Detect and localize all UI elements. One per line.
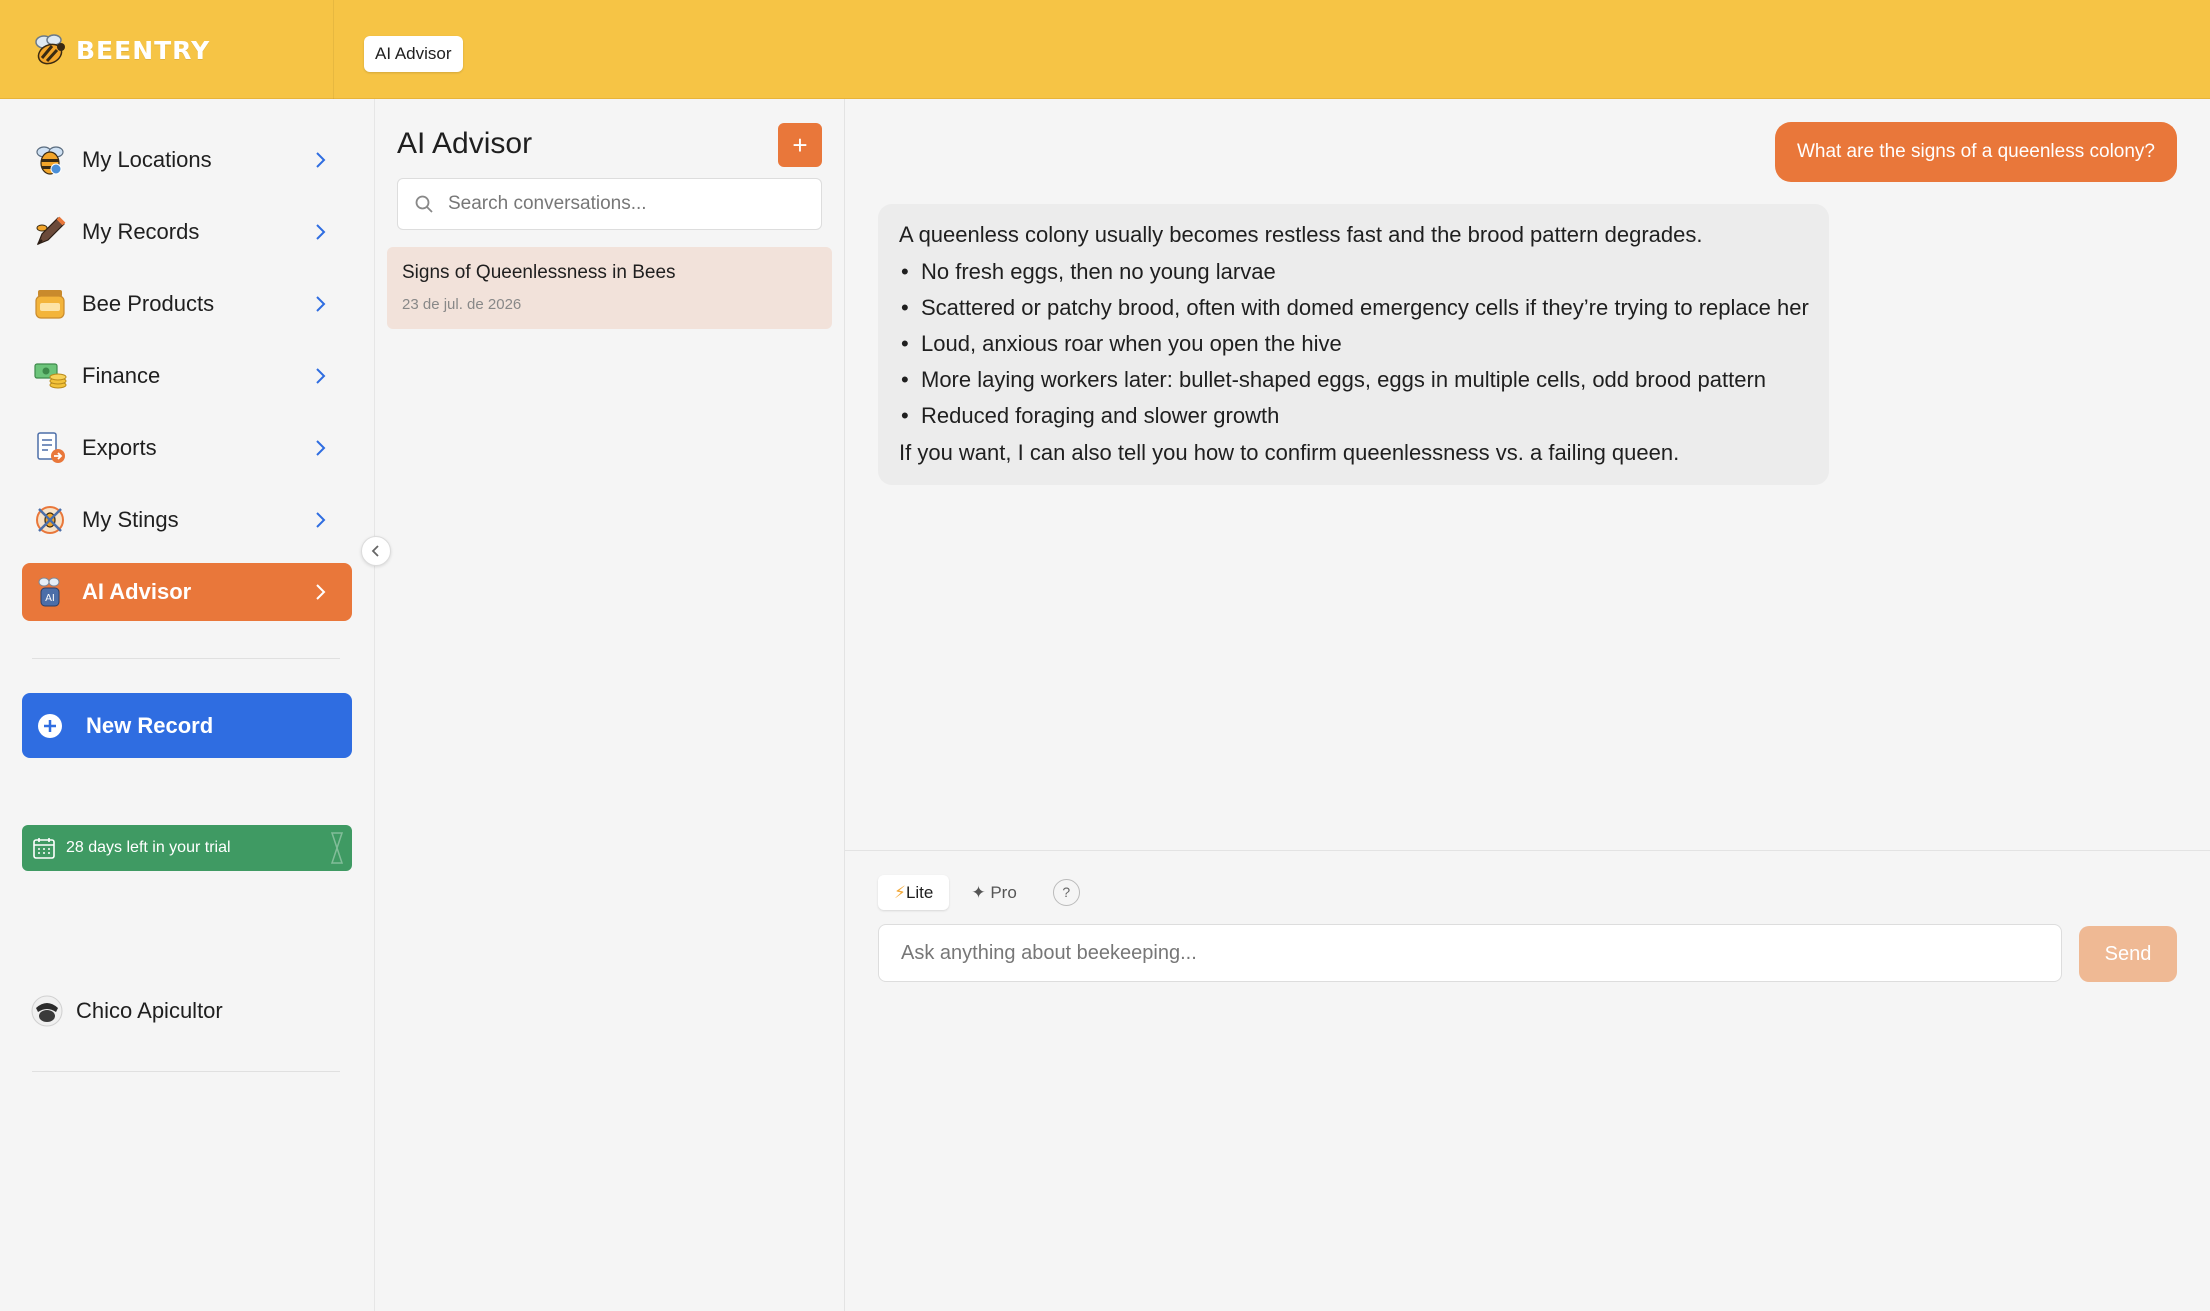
sidebar-item-ai-advisor[interactable]: AI AI Advisor (22, 563, 352, 621)
sidebar-item-label: Exports (82, 435, 157, 460)
mode-pro-button[interactable]: ✦ Pro (955, 875, 1032, 910)
sidebar-item-label: Finance (82, 363, 161, 388)
list-item: Reduced foraging and slower growth (899, 398, 1808, 434)
sidebar: My Locations My Records Bee Products Fin… (0, 99, 375, 1311)
sidebar-item-bee-products[interactable]: Bee Products (22, 275, 352, 333)
ai-message-list: No fresh eggs, then no young larvae Scat… (899, 254, 1809, 434)
ai-bee-icon: AI (32, 574, 68, 610)
bolt-icon: ⚡ (894, 883, 906, 902)
chevron-right-icon (316, 368, 326, 384)
new-record-label: New Record (86, 712, 214, 738)
chevron-right-icon (316, 584, 326, 600)
sidebar-item-my-records[interactable]: My Records (22, 203, 352, 261)
sidebar-item-label: My Records (82, 219, 200, 244)
user-name: Chico Apicultor (76, 998, 223, 1023)
sidebar-item-label: Bee Products (82, 291, 215, 316)
new-conversation-button[interactable]: + (778, 123, 822, 167)
money-icon (32, 358, 68, 394)
ai-message-outro: If you want, I can also tell you how to … (899, 440, 1680, 465)
list-item: More laying workers later: bullet-shaped… (899, 362, 1808, 398)
logo[interactable]: BEENTRY (30, 28, 210, 72)
bee-map-icon (32, 142, 68, 178)
breadcrumb[interactable]: AI Advisor (364, 36, 463, 72)
send-button[interactable]: Send (2079, 926, 2177, 982)
sidebar-item-finance[interactable]: Finance (22, 347, 352, 405)
sparkle-icon: ✦ (971, 883, 991, 902)
pen-icon (32, 214, 68, 250)
avatar (31, 995, 63, 1027)
export-doc-icon (32, 430, 68, 466)
composer: ⚡Lite ✦ Pro ? Send (845, 850, 2210, 1311)
conversation-search[interactable] (397, 178, 822, 230)
chevron-right-icon (316, 224, 326, 240)
top-bar: BEENTRY AI Advisor (0, 0, 2210, 99)
sidebar-item-label: My Locations (82, 147, 212, 172)
mode-lite-button[interactable]: ⚡Lite (878, 875, 950, 910)
list-item: Scattered or patchy brood, often with do… (899, 290, 1809, 326)
chevron-left-icon (371, 545, 379, 557)
user-profile[interactable]: Chico Apicultor (30, 991, 223, 1031)
trial-text: 28 days left in your trial (66, 839, 231, 856)
calendar-icon (33, 838, 55, 859)
sidebar-divider (32, 658, 340, 659)
conversation-item[interactable]: Signs of Queenlessness in Bees 23 de jul… (387, 247, 832, 329)
sidebar-divider (32, 1071, 340, 1072)
conversation-date: 23 de jul. de 2026 (402, 296, 522, 313)
chevron-right-icon (316, 296, 326, 312)
new-record-button[interactable]: New Record (22, 693, 352, 758)
sting-icon (32, 502, 68, 538)
bee-logo-icon (35, 34, 65, 65)
honey-jar-icon (32, 286, 68, 322)
conversations-title: AI Advisor (397, 127, 533, 160)
conversation-title: Signs of Queenlessness in Bees (402, 262, 676, 283)
mode-pro-label: Pro (990, 883, 1017, 902)
model-mode-toggle: ⚡Lite ✦ Pro ? (878, 875, 1080, 910)
chevron-right-icon (316, 152, 326, 168)
topbar-divider (333, 0, 334, 99)
svg-text:AI: AI (45, 593, 55, 604)
conversations-panel: AI Advisor + Signs of Queenlessness in B… (375, 99, 845, 1311)
ai-message: A queenless colony usually becomes restl… (878, 204, 1829, 485)
user-message: What are the signs of a queenless colony… (1774, 122, 2177, 182)
search-icon (415, 195, 433, 213)
chevron-right-icon (316, 440, 326, 456)
hourglass-icon (330, 832, 344, 864)
chevron-right-icon (316, 512, 326, 528)
sidebar-item-exports[interactable]: Exports (22, 419, 352, 477)
list-item: Loud, anxious roar when you open the hiv… (899, 326, 1808, 362)
list-item: No fresh eggs, then no young larvae (899, 254, 1808, 290)
search-input[interactable] (448, 193, 821, 215)
mode-lite-label: Lite (905, 883, 934, 902)
chat-area: What are the signs of a queenless colony… (845, 99, 2210, 850)
sidebar-item-label: AI Advisor (82, 579, 192, 604)
plus-circle-icon (38, 713, 62, 738)
logo-text: BEENTRY (76, 35, 211, 65)
collapse-sidebar-button[interactable] (361, 536, 391, 566)
chat-input[interactable] (878, 924, 2062, 982)
trial-banner[interactable]: 28 days left in your trial (22, 825, 352, 871)
help-button[interactable]: ? (1052, 879, 1080, 906)
sidebar-item-my-stings[interactable]: My Stings (22, 491, 352, 549)
sidebar-item-label: My Stings (82, 507, 179, 532)
ai-message-intro: A queenless colony usually becomes restl… (899, 222, 1703, 247)
sidebar-item-my-locations[interactable]: My Locations (22, 131, 352, 189)
